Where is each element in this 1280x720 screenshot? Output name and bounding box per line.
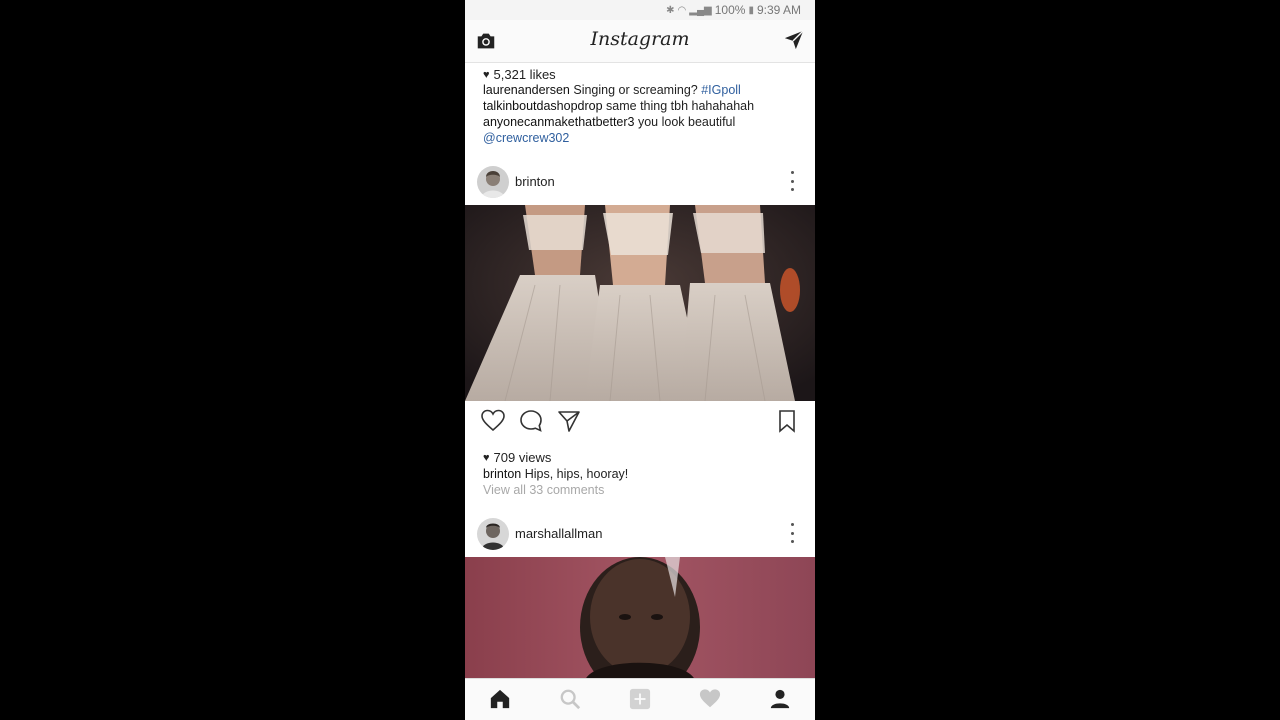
search-icon[interactable] bbox=[559, 688, 581, 710]
more-options-icon[interactable] bbox=[789, 171, 795, 191]
phone-screen: ✱ ◠ ▂▄▆ 100% ▮ 9:39 AM Instagram ♥ 5,321… bbox=[465, 0, 815, 720]
post2-video[interactable] bbox=[465, 205, 815, 401]
caption-text: Hips, hips, hooray! bbox=[524, 467, 629, 481]
post-username[interactable]: brinton bbox=[515, 174, 555, 189]
battery-level: 100% bbox=[714, 3, 746, 17]
post2-caption: brinton Hips, hips, hooray! bbox=[483, 467, 628, 481]
comment-icon[interactable] bbox=[519, 409, 543, 433]
share-icon[interactable] bbox=[557, 409, 581, 433]
status-time: 9:39 AM bbox=[756, 3, 801, 17]
bottom-navbar bbox=[465, 678, 815, 720]
comment-row: talkinboutdashopdrop same thing tbh haha… bbox=[483, 99, 754, 113]
instagram-logo: Instagram bbox=[590, 28, 690, 50]
like-heart-icon[interactable] bbox=[481, 409, 505, 433]
avatar[interactable] bbox=[477, 518, 509, 550]
comment-mention[interactable]: @crewcrew302 bbox=[483, 131, 569, 145]
profile-icon[interactable] bbox=[769, 688, 791, 710]
post1-caption: laurenandersen Singing or screaming? #IG… bbox=[483, 83, 741, 97]
direct-send-icon[interactable] bbox=[783, 29, 805, 51]
home-icon[interactable] bbox=[489, 688, 511, 710]
comment-row: anyonecanmakethatbetter3 you look beauti… bbox=[483, 115, 735, 129]
likes-count: 5,321 likes bbox=[493, 67, 556, 82]
post1-likes[interactable]: ♥ 5,321 likes bbox=[483, 67, 556, 82]
bluetooth-icon: ✱ bbox=[666, 4, 675, 16]
post2-actions bbox=[465, 401, 815, 441]
status-bar: ✱ ◠ ▂▄▆ 100% ▮ 9:39 AM bbox=[465, 0, 815, 20]
status-icons: ✱ ◠ ▂▄▆ 100% ▮ 9:39 AM bbox=[666, 3, 801, 17]
comment-text: you look beautiful bbox=[637, 115, 736, 129]
heart-small-icon: ♥ bbox=[483, 451, 490, 464]
post3-video[interactable] bbox=[465, 557, 815, 680]
battery-icon: ▮ bbox=[748, 4, 754, 16]
post3-header: marshallallman bbox=[465, 515, 815, 559]
heart-icon[interactable] bbox=[699, 688, 721, 710]
signal-icon: ▂▄▆ bbox=[689, 4, 712, 16]
caption-text: Singing or screaming? bbox=[573, 83, 698, 97]
bookmark-icon[interactable] bbox=[775, 409, 799, 433]
caption-hashtag[interactable]: #IGpoll bbox=[701, 83, 741, 97]
views-count: 709 views bbox=[493, 450, 552, 465]
comment-text: same thing tbh hahahahah bbox=[606, 99, 755, 113]
avatar[interactable] bbox=[477, 166, 509, 198]
caption-username[interactable]: brinton bbox=[483, 467, 521, 481]
app-header: Instagram bbox=[465, 20, 815, 63]
view-all-comments-link[interactable]: View all 33 comments bbox=[483, 483, 604, 497]
comment-username[interactable]: anyonecanmakethatbetter3 bbox=[483, 115, 635, 129]
heart-small-icon: ♥ bbox=[483, 68, 490, 81]
post2-views[interactable]: ♥ 709 views bbox=[483, 450, 551, 465]
caption-username[interactable]: laurenandersen bbox=[483, 83, 570, 97]
wifi-icon: ◠ bbox=[677, 4, 687, 16]
more-options-icon[interactable] bbox=[789, 523, 795, 543]
post-username[interactable]: marshallallman bbox=[515, 526, 602, 541]
post2-header: brinton bbox=[465, 163, 815, 207]
comment-username[interactable]: talkinboutdashopdrop bbox=[483, 99, 603, 113]
add-icon[interactable] bbox=[629, 688, 651, 710]
